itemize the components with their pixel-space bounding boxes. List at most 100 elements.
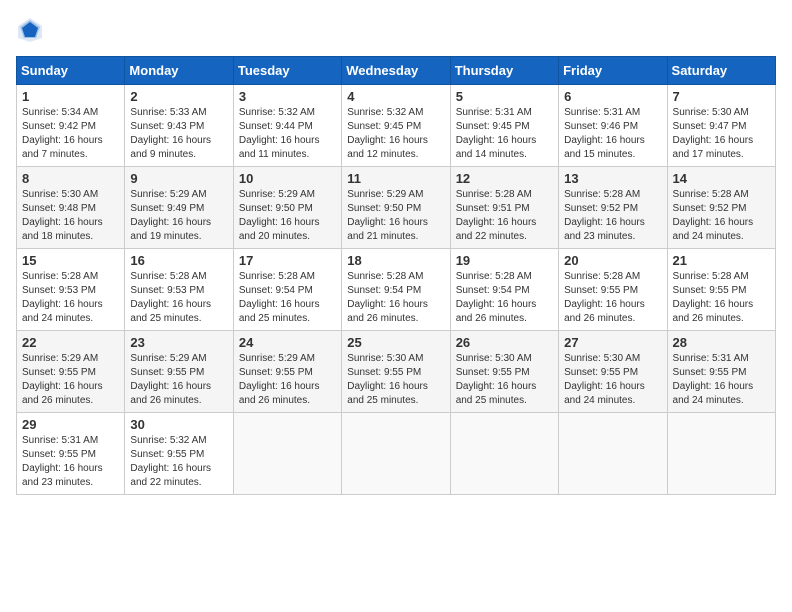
day-number: 19: [456, 253, 553, 268]
calendar-day-cell: [559, 413, 667, 495]
day-number: 5: [456, 89, 553, 104]
day-number: 3: [239, 89, 336, 104]
day-number: 28: [673, 335, 770, 350]
weekday-header: Thursday: [450, 57, 558, 85]
calendar-day-cell: 9 Sunrise: 5:29 AMSunset: 9:49 PMDaylight…: [125, 167, 233, 249]
day-number: 18: [347, 253, 444, 268]
calendar-day-cell: 2Sunrise: 5:33 AMSunset: 9:43 PMDaylight…: [125, 85, 233, 167]
calendar-week-row: 15 Sunrise: 5:28 AMSunset: 9:53 PMDayligh…: [17, 249, 776, 331]
calendar-day-cell: 1 Sunrise: 5:34 AMSunset: 9:42 PMDaylight…: [17, 85, 125, 167]
day-info: Sunrise: 5:29 AMSunset: 9:49 PMDaylight:…: [130, 188, 227, 244]
calendar-day-cell: 29 Sunrise: 5:31 AMSunset: 9:55 PMDayligh…: [17, 413, 125, 495]
day-info: Sunrise: 5:31 AMSunset: 9:45 PMDaylight:…: [456, 106, 553, 162]
day-info: Sunrise: 5:32 AMSunset: 9:55 PMDaylight:…: [130, 434, 227, 490]
day-info: Sunrise: 5:28 AMSunset: 9:54 PMDaylight:…: [239, 270, 336, 326]
calendar-day-cell: 12 Sunrise: 5:28 AMSunset: 9:51 PMDayligh…: [450, 167, 558, 249]
day-number: 2: [130, 89, 227, 104]
calendar-day-cell: [667, 413, 775, 495]
day-number: 27: [564, 335, 661, 350]
calendar-day-cell: 4 Sunrise: 5:32 AMSunset: 9:45 PMDaylight…: [342, 85, 450, 167]
day-info: Sunrise: 5:32 AMSunset: 9:44 PMDaylight:…: [239, 106, 336, 162]
calendar-day-cell: 25Sunrise: 5:30 AMSunset: 9:55 PMDayligh…: [342, 331, 450, 413]
calendar-day-cell: 30 Sunrise: 5:32 AMSunset: 9:55 PMDayligh…: [125, 413, 233, 495]
calendar-day-cell: 15 Sunrise: 5:28 AMSunset: 9:53 PMDayligh…: [17, 249, 125, 331]
calendar-day-cell: 14 Sunrise: 5:28 AMSunset: 9:52 PMDayligh…: [667, 167, 775, 249]
day-number: 15: [22, 253, 119, 268]
day-number: 20: [564, 253, 661, 268]
calendar-week-row: 1 Sunrise: 5:34 AMSunset: 9:42 PMDaylight…: [17, 85, 776, 167]
day-number: 16: [130, 253, 227, 268]
calendar-day-cell: 22Sunrise: 5:29 AMSunset: 9:55 PMDayligh…: [17, 331, 125, 413]
calendar-day-cell: 27 Sunrise: 5:30 AMSunset: 9:55 PMDayligh…: [559, 331, 667, 413]
day-info: Sunrise: 5:29 AMSunset: 9:50 PMDaylight:…: [239, 188, 336, 244]
day-info: Sunrise: 5:28 AMSunset: 9:54 PMDaylight:…: [347, 270, 444, 326]
day-info: Sunrise: 5:28 AMSunset: 9:55 PMDaylight:…: [564, 270, 661, 326]
calendar-day-cell: 11 Sunrise: 5:29 AMSunset: 9:50 PMDayligh…: [342, 167, 450, 249]
day-info: Sunrise: 5:29 AMSunset: 9:55 PMDaylight:…: [22, 352, 119, 408]
day-number: 6: [564, 89, 661, 104]
day-info: Sunrise: 5:28 AMSunset: 9:53 PMDaylight:…: [22, 270, 119, 326]
day-info: Sunrise: 5:29 AMSunset: 9:50 PMDaylight:…: [347, 188, 444, 244]
logo-icon: [16, 16, 44, 44]
day-number: 24: [239, 335, 336, 350]
day-info: Sunrise: 5:32 AMSunset: 9:45 PMDaylight:…: [347, 106, 444, 162]
calendar-table: SundayMondayTuesdayWednesdayThursdayFrid…: [16, 56, 776, 495]
day-number: 4: [347, 89, 444, 104]
day-number: 21: [673, 253, 770, 268]
day-info: Sunrise: 5:30 AMSunset: 9:55 PMDaylight:…: [347, 352, 444, 408]
day-info: Sunrise: 5:28 AMSunset: 9:52 PMDaylight:…: [564, 188, 661, 244]
weekday-header: Wednesday: [342, 57, 450, 85]
calendar-week-row: 22Sunrise: 5:29 AMSunset: 9:55 PMDayligh…: [17, 331, 776, 413]
day-number: 9: [130, 171, 227, 186]
weekday-header: Friday: [559, 57, 667, 85]
day-info: Sunrise: 5:30 AMSunset: 9:48 PMDaylight:…: [22, 188, 119, 244]
calendar-day-cell: 28 Sunrise: 5:31 AMSunset: 9:55 PMDayligh…: [667, 331, 775, 413]
day-info: Sunrise: 5:30 AMSunset: 9:55 PMDaylight:…: [564, 352, 661, 408]
day-info: Sunrise: 5:31 AMSunset: 9:55 PMDaylight:…: [22, 434, 119, 490]
weekday-header: Sunday: [17, 57, 125, 85]
day-number: 26: [456, 335, 553, 350]
day-info: Sunrise: 5:28 AMSunset: 9:53 PMDaylight:…: [130, 270, 227, 326]
day-info: Sunrise: 5:31 AMSunset: 9:55 PMDaylight:…: [673, 352, 770, 408]
calendar-day-cell: 3 Sunrise: 5:32 AMSunset: 9:44 PMDaylight…: [233, 85, 341, 167]
calendar-day-cell: 21 Sunrise: 5:28 AMSunset: 9:55 PMDayligh…: [667, 249, 775, 331]
calendar-day-cell: 18 Sunrise: 5:28 AMSunset: 9:54 PMDayligh…: [342, 249, 450, 331]
calendar-week-row: 29 Sunrise: 5:31 AMSunset: 9:55 PMDayligh…: [17, 413, 776, 495]
day-number: 11: [347, 171, 444, 186]
calendar-day-cell: [342, 413, 450, 495]
day-number: 17: [239, 253, 336, 268]
calendar-day-cell: 7 Sunrise: 5:30 AMSunset: 9:47 PMDaylight…: [667, 85, 775, 167]
calendar-day-cell: 16 Sunrise: 5:28 AMSunset: 9:53 PMDayligh…: [125, 249, 233, 331]
day-number: 30: [130, 417, 227, 432]
calendar-day-cell: 23 Sunrise: 5:29 AMSunset: 9:55 PMDayligh…: [125, 331, 233, 413]
weekday-header: Monday: [125, 57, 233, 85]
day-info: Sunrise: 5:30 AMSunset: 9:55 PMDaylight:…: [456, 352, 553, 408]
day-info: Sunrise: 5:28 AMSunset: 9:52 PMDaylight:…: [673, 188, 770, 244]
day-info: Sunrise: 5:29 AMSunset: 9:55 PMDaylight:…: [130, 352, 227, 408]
calendar-day-cell: [450, 413, 558, 495]
calendar-day-cell: 24Sunrise: 5:29 AMSunset: 9:55 PMDayligh…: [233, 331, 341, 413]
day-number: 7: [673, 89, 770, 104]
day-number: 10: [239, 171, 336, 186]
day-number: 14: [673, 171, 770, 186]
day-number: 23: [130, 335, 227, 350]
day-number: 29: [22, 417, 119, 432]
calendar-day-cell: [233, 413, 341, 495]
day-number: 12: [456, 171, 553, 186]
calendar-day-cell: 10 Sunrise: 5:29 AMSunset: 9:50 PMDayligh…: [233, 167, 341, 249]
day-info: Sunrise: 5:30 AMSunset: 9:47 PMDaylight:…: [673, 106, 770, 162]
calendar-day-cell: 5 Sunrise: 5:31 AMSunset: 9:45 PMDaylight…: [450, 85, 558, 167]
calendar-day-cell: 20 Sunrise: 5:28 AMSunset: 9:55 PMDayligh…: [559, 249, 667, 331]
day-info: Sunrise: 5:28 AMSunset: 9:55 PMDaylight:…: [673, 270, 770, 326]
calendar-day-cell: 26 Sunrise: 5:30 AMSunset: 9:55 PMDayligh…: [450, 331, 558, 413]
day-number: 1: [22, 89, 119, 104]
day-info: Sunrise: 5:31 AMSunset: 9:46 PMDaylight:…: [564, 106, 661, 162]
day-info: Sunrise: 5:34 AMSunset: 9:42 PMDaylight:…: [22, 106, 119, 162]
weekday-header: Tuesday: [233, 57, 341, 85]
calendar-header-row: SundayMondayTuesdayWednesdayThursdayFrid…: [17, 57, 776, 85]
day-info: Sunrise: 5:28 AMSunset: 9:54 PMDaylight:…: [456, 270, 553, 326]
calendar-week-row: 8Sunrise: 5:30 AMSunset: 9:48 PMDaylight…: [17, 167, 776, 249]
calendar-day-cell: 19 Sunrise: 5:28 AMSunset: 9:54 PMDayligh…: [450, 249, 558, 331]
day-info: Sunrise: 5:28 AMSunset: 9:51 PMDaylight:…: [456, 188, 553, 244]
calendar-day-cell: 13Sunrise: 5:28 AMSunset: 9:52 PMDayligh…: [559, 167, 667, 249]
